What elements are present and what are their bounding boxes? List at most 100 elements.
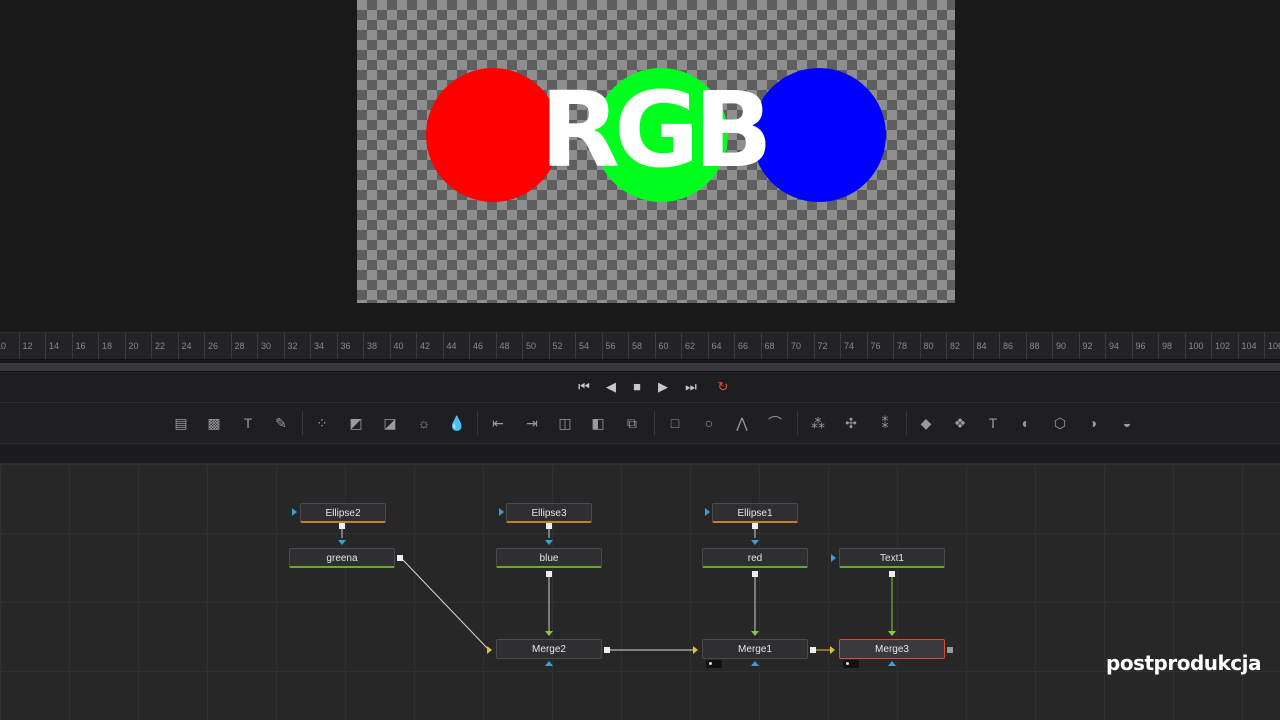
mask-input-arrow[interactable]	[338, 540, 346, 545]
go-to-start-icon[interactable]: ⏮	[574, 378, 594, 396]
ruler-tick: 100	[1184, 333, 1204, 359]
ruler-tick: 44	[442, 333, 457, 359]
background-input-arrow[interactable]	[487, 646, 492, 654]
ruler-tick: 34	[310, 333, 324, 359]
bspline-mask-icon[interactable]: ⌒	[766, 414, 784, 432]
viewer-canvas[interactable]: RGB	[357, 0, 955, 303]
rectangle-mask-icon[interactable]: □	[666, 414, 684, 432]
camera3d-icon[interactable]: ⬡	[1051, 414, 1069, 432]
output-port[interactable]	[604, 647, 610, 653]
input-arrow[interactable]	[499, 508, 504, 516]
node-ellipse2[interactable]: Ellipse2	[300, 503, 386, 523]
polygon-mask-icon[interactable]: ⋀	[733, 414, 751, 432]
ruler-tick: 54	[575, 333, 589, 359]
image-plane3d-icon[interactable]: ◑	[1084, 414, 1102, 432]
scrub-bar[interactable]	[0, 363, 1280, 372]
output-port[interactable]	[546, 523, 552, 529]
ruler-tick: 68	[760, 333, 775, 359]
node-merge3[interactable]: Merge3	[839, 639, 945, 659]
ruler-tick: 82	[946, 333, 960, 359]
transform-icon[interactable]: ⧉	[623, 414, 641, 432]
mask-input-arrow[interactable]	[751, 540, 759, 545]
node-merge1[interactable]: Merge1	[702, 639, 808, 659]
ruler-tick-label: 72	[817, 341, 828, 351]
output-port[interactable]	[810, 647, 816, 653]
foreground-input-arrow[interactable]	[751, 631, 759, 636]
saver-icon[interactable]: ⇥	[523, 414, 541, 432]
node-blue[interactable]: blue	[496, 548, 602, 568]
background-input-arrow[interactable]	[830, 646, 835, 654]
fast-noise-icon[interactable]: ▩	[205, 414, 223, 432]
background-icon[interactable]: ▤	[172, 414, 190, 432]
ruler-tick-label: 58	[632, 341, 643, 351]
node-ellipse1[interactable]: Ellipse1	[712, 503, 798, 523]
node-ellipse3[interactable]: Ellipse3	[506, 503, 592, 523]
ruler-tick-label: 14	[49, 341, 60, 351]
ruler-tick-label: 80	[923, 341, 934, 351]
output-port[interactable]	[889, 571, 895, 577]
time-ruler[interactable]: 10 12 14 16 18 20 22 24 26 28 30 32 34 36 38 40 42 44 46 48…	[0, 332, 1280, 360]
output-port[interactable]	[752, 571, 758, 577]
ellipse-mask-icon[interactable]: ○	[700, 414, 718, 432]
shape3d-icon[interactable]: ◆	[917, 414, 935, 432]
brightness-contrast-icon[interactable]: ☼	[415, 414, 433, 432]
play-reverse-icon[interactable]: ◀	[601, 378, 621, 396]
play-icon[interactable]: ▶	[653, 378, 673, 396]
paint-icon[interactable]: ✎	[272, 414, 290, 432]
ruler-tick-label: 94	[1109, 341, 1120, 351]
output-port[interactable]	[546, 571, 552, 577]
particle-render-icon[interactable]: ✣	[842, 414, 860, 432]
node-merge2[interactable]: Merge2	[496, 639, 602, 659]
merge3d-icon[interactable]: ❖	[951, 414, 969, 432]
node-greena[interactable]: greena	[289, 548, 395, 568]
node-editor[interactable]: Ellipse2 Ellipse3 Ellipse1 greena blue r…	[0, 464, 1280, 720]
view-indicator-button[interactable]	[843, 660, 859, 668]
channel-booleans-icon[interactable]: ◧	[589, 414, 607, 432]
renderer3d-icon[interactable]: ◐	[1017, 414, 1035, 432]
ruler-tick-label: 74	[844, 341, 855, 351]
rgb-text: RGB	[540, 69, 773, 191]
input-arrow[interactable]	[831, 554, 836, 562]
color-curves-icon[interactable]: ◪	[381, 414, 399, 432]
blur-icon[interactable]: ⁘	[313, 414, 331, 432]
output-port[interactable]	[397, 555, 403, 561]
output-port[interactable]	[752, 523, 758, 529]
foreground-input-arrow[interactable]	[545, 631, 553, 636]
input-arrow[interactable]	[292, 508, 297, 516]
ruler-tick: 90	[1052, 333, 1066, 359]
text3d-icon[interactable]: T	[984, 414, 1002, 432]
color-corrector-icon[interactable]: ◩	[347, 414, 365, 432]
ruler-tick-label: 92	[1082, 341, 1093, 351]
particle-emitter-icon[interactable]: ⁂	[809, 414, 827, 432]
effect-mask-input-arrow[interactable]	[545, 661, 553, 666]
matte-control-icon[interactable]: 💧	[448, 414, 466, 432]
ruler-tick-label: 66	[738, 341, 749, 351]
background-input-arrow[interactable]	[693, 646, 698, 654]
ruler-tick-label: 60	[658, 341, 669, 351]
merge-icon[interactable]: ◫	[556, 414, 574, 432]
mask-input-arrow[interactable]	[545, 540, 553, 545]
output-port[interactable]	[339, 523, 345, 529]
ruler-tick-label: 24	[181, 341, 192, 351]
ruler-tick: 104	[1237, 333, 1257, 359]
node-red[interactable]: red	[702, 548, 808, 568]
view-indicator-button[interactable]	[706, 660, 722, 668]
text-icon[interactable]: T	[239, 414, 257, 432]
foreground-input-arrow[interactable]	[888, 631, 896, 636]
loader-icon[interactable]: ⇤	[489, 414, 507, 432]
particle-style-icon[interactable]: ⁑	[876, 414, 894, 432]
toolbar-separator	[906, 411, 907, 435]
effect-mask-input-arrow[interactable]	[751, 661, 759, 666]
toolbar-separator	[477, 411, 478, 435]
effect-mask-input-arrow[interactable]	[888, 661, 896, 666]
input-arrow[interactable]	[705, 508, 710, 516]
go-to-end-icon[interactable]: ⏭	[681, 378, 701, 396]
loop-icon[interactable]: ↻	[713, 378, 733, 396]
spotlight-icon[interactable]: ◒	[1118, 414, 1136, 432]
viewer[interactable]: RGB	[0, 0, 1280, 330]
ruler-tick-label: 34	[314, 341, 325, 351]
output-port[interactable]	[947, 647, 953, 653]
toolbar-separator	[302, 411, 303, 435]
node-text1[interactable]: Text1	[839, 548, 945, 568]
stop-icon[interactable]: ■	[627, 378, 647, 396]
